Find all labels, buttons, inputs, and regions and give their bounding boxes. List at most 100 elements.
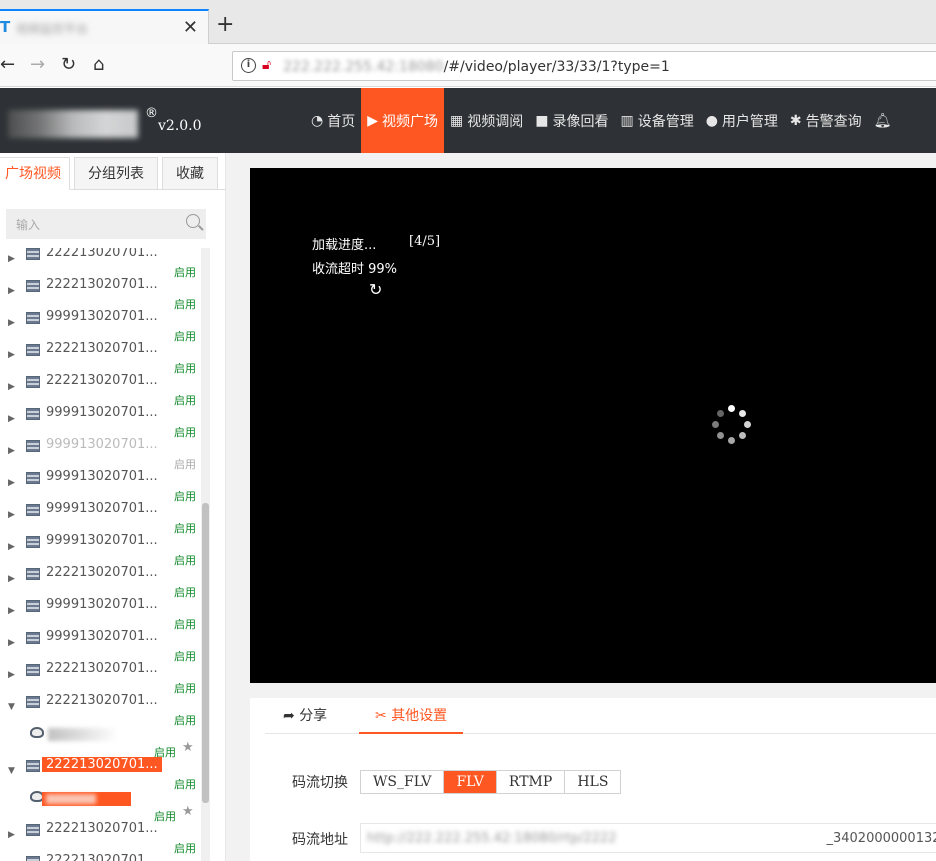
new-tab-icon[interactable]: + <box>216 14 234 36</box>
insecure-lock-icon[interactable]: 🔓︎ <box>262 57 271 73</box>
device-icon <box>26 344 40 356</box>
camera-label[interactable] <box>48 728 118 741</box>
tree-node-label[interactable]: 222213020701... <box>46 373 158 388</box>
tree-node[interactable]: ▶ 222213020701... 启用 <box>0 373 200 407</box>
caret-right-icon[interactable]: ▶ <box>8 606 15 616</box>
tree-node-label[interactable]: 222213020701... <box>46 853 158 861</box>
tree-camera-node[interactable]: 启用 ★ <box>0 725 200 759</box>
device-search[interactable]: 输入 <box>6 209 206 239</box>
spinner-dot <box>716 432 724 440</box>
tree-node[interactable]: ▶ 999913020701... 启用 <box>0 437 200 471</box>
notification-bell-icon[interactable]: 🔔︎ <box>868 88 898 153</box>
tree-node-label[interactable]: 999913020701... <box>46 309 158 324</box>
browser-navbar: ← → ↻ ⌂ i 🔓︎ 222.222.255.42:18080/#/vide… <box>0 44 936 87</box>
forward-arrow-icon[interactable]: → <box>30 54 45 76</box>
caret-right-icon[interactable]: ▶ <box>8 350 15 360</box>
tree-node-label[interactable]: 222213020701... <box>46 565 158 580</box>
tree-node[interactable]: ▼ 222213020701... 启用 <box>0 757 200 791</box>
tree-node[interactable]: ▶ 222213020701... 启用 <box>0 853 200 861</box>
sidebar-scrollbar[interactable] <box>201 248 210 861</box>
tree-node-label[interactable]: 999913020701... <box>46 597 158 612</box>
tab-share[interactable]: ➦ 分享 <box>283 698 327 734</box>
tree-node[interactable]: ▼ 222213020701... 启用 <box>0 693 200 727</box>
tab-square-video[interactable]: 广场视频 <box>0 157 70 190</box>
tree-node-label[interactable]: 222213020701... <box>46 693 158 708</box>
camera-label[interactable] <box>42 792 131 806</box>
scrollbar-thumb[interactable] <box>202 503 209 803</box>
caret-down-icon[interactable]: ▼ <box>8 766 15 776</box>
tree-node[interactable]: ▶ 999913020701... 启用 <box>0 597 200 631</box>
menu-item-playback[interactable]: ■ 录像回看 <box>529 88 614 153</box>
device-icon <box>26 248 40 260</box>
caret-right-icon[interactable]: ▶ <box>8 638 15 648</box>
caret-right-icon[interactable]: ▶ <box>8 254 15 264</box>
caret-right-icon[interactable]: ▶ <box>8 478 15 488</box>
caret-right-icon[interactable]: ▶ <box>8 414 15 424</box>
tree-node[interactable]: ▶ 222213020701... 启用 <box>0 661 200 695</box>
stream-url-label: 码流地址 <box>292 832 348 848</box>
stream-option-rtmp[interactable]: RTMP <box>496 771 566 793</box>
caret-right-icon[interactable]: ▶ <box>8 286 15 296</box>
caret-right-icon[interactable]: ▶ <box>8 446 15 456</box>
tree-node[interactable]: ▶ 999913020701... 启用 <box>0 629 200 663</box>
browser-tab[interactable]: T 视频监控平台 ✕ <box>0 9 209 45</box>
close-tab-icon[interactable]: ✕ <box>183 17 198 38</box>
tab-favorites[interactable]: 收藏 <box>162 157 218 190</box>
menu-item-user[interactable]: ● 用户管理 <box>700 88 784 153</box>
stream-option-hls[interactable]: HLS <box>565 771 621 793</box>
tree-node-label[interactable]: 222213020701... <box>46 661 158 676</box>
star-icon[interactable]: ★ <box>182 740 194 755</box>
tree-node-label[interactable]: 999913020701... <box>46 405 158 420</box>
menu-item-home[interactable]: ◔ 首页 <box>305 88 361 153</box>
reload-icon[interactable]: ↻ <box>61 54 76 76</box>
tree-node[interactable]: ▶ 222213020701... 启用 <box>0 341 200 375</box>
caret-right-icon[interactable]: ▶ <box>8 670 15 680</box>
stream-switch-group: WS_FLV FLV RTMP HLS <box>360 770 622 794</box>
caret-right-icon[interactable]: ▶ <box>8 318 15 328</box>
video-player[interactable]: 加载进度... [4/5] 收流超时 99% ↻ <box>250 168 936 683</box>
tree-node-label[interactable]: 999913020701... <box>46 501 158 516</box>
tree-node-label[interactable]: 999913020701... <box>46 437 158 452</box>
tab-other-settings[interactable]: ✂ 其他设置 <box>359 698 464 734</box>
stream-url-field[interactable]: http://222.222.255.42:18080/rtp/2222 _340… <box>360 823 936 853</box>
tree-node[interactable]: ▶ 999913020701... 启用 <box>0 405 200 439</box>
menu-item-video-view[interactable]: ▦ 视频调阅 <box>444 88 529 153</box>
tree-node-label[interactable]: 222213020701... <box>46 341 158 356</box>
menu-item-device[interactable]: ▥ 设备管理 <box>614 88 699 153</box>
caret-right-icon[interactable]: ▶ <box>8 542 15 552</box>
search-input[interactable]: 输入 <box>16 216 40 233</box>
menu-item-alarm[interactable]: ✱ 告警查询 <box>784 88 868 153</box>
tab-group-list[interactable]: 分组列表 <box>74 157 158 190</box>
caret-right-icon[interactable]: ▶ <box>8 382 15 392</box>
tree-node[interactable]: ▶ 222213020701... 启用 <box>0 821 200 855</box>
tree-camera-node[interactable]: 启用 ★ <box>0 789 200 823</box>
caret-down-icon[interactable]: ▼ <box>8 702 15 712</box>
search-icon[interactable] <box>186 214 200 228</box>
tree-node[interactable]: ▶ 222213020701... 启用 <box>0 565 200 599</box>
address-bar[interactable]: i 🔓︎ 222.222.255.42:18080/#/video/player… <box>232 51 936 81</box>
caret-right-icon[interactable]: ▶ <box>8 510 15 520</box>
tree-node-label[interactable]: 999913020701... <box>46 533 158 548</box>
tree-node-label[interactable]: 222213020701... <box>46 821 158 836</box>
caret-right-icon[interactable]: ▶ <box>8 574 15 584</box>
tree-node-label[interactable]: 222213020701... <box>46 248 158 260</box>
info-icon[interactable]: i <box>241 58 256 73</box>
tree-node[interactable]: ▶ 999913020701... 启用 <box>0 501 200 535</box>
tree-node-label[interactable]: 999913020701... <box>46 629 158 644</box>
star-icon[interactable]: ★ <box>182 804 194 819</box>
menu-item-video-square[interactable]: ▶ 视频广场 <box>361 88 444 153</box>
tree-node-label[interactable]: 222213020701... <box>42 757 162 772</box>
tree-node[interactable]: ▶ 999913020701... 启用 <box>0 469 200 503</box>
tree-node[interactable]: ▶ 222213020701... 启用 <box>0 277 200 311</box>
tree-node-label[interactable]: 222213020701... <box>46 277 158 292</box>
tree-node[interactable]: ▶ 222213020701... 启用 <box>0 248 200 279</box>
caret-right-icon[interactable]: ▶ <box>8 830 15 840</box>
tree-node[interactable]: ▶ 999913020701... 启用 <box>0 309 200 343</box>
back-arrow-icon[interactable]: ← <box>0 54 15 76</box>
home-icon[interactable]: ⌂ <box>93 54 104 76</box>
stream-option-ws-flv[interactable]: WS_FLV <box>361 771 445 793</box>
refresh-icon[interactable]: ↻ <box>369 280 382 299</box>
stream-option-flv[interactable]: FLV <box>444 771 497 793</box>
tree-node[interactable]: ▶ 999913020701... 启用 <box>0 533 200 567</box>
tree-node-label[interactable]: 999913020701... <box>46 469 158 484</box>
